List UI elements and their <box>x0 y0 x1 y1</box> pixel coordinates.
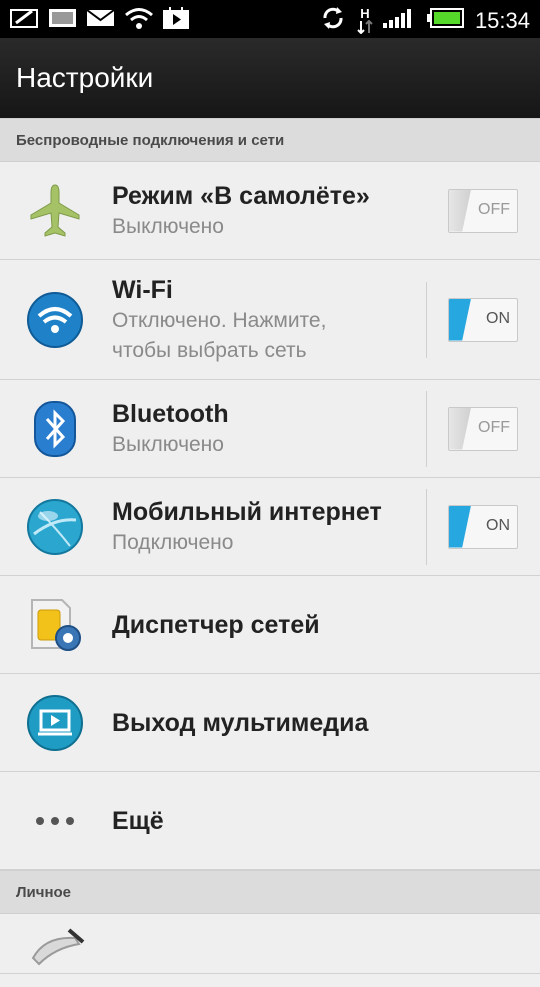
battery-icon <box>426 8 465 33</box>
section-header-personal: Личное <box>0 870 540 914</box>
system-icons: H 15:34 <box>319 4 530 37</box>
setting-more[interactable]: Ещё <box>0 772 540 870</box>
image-icon <box>48 7 78 34</box>
network-type-indicator: H <box>357 7 373 34</box>
globe-icon <box>14 478 96 575</box>
wifi-status-icon <box>124 6 154 35</box>
mobile-toggle[interactable]: ON <box>448 504 518 549</box>
more-title: Ещё <box>112 806 164 835</box>
sim-gear-icon <box>14 576 96 673</box>
play-store-icon <box>162 6 190 35</box>
toggle-label: ON <box>486 516 510 534</box>
airplane-icon <box>14 162 96 259</box>
setting-mobile-internet[interactable]: Мобильный интернет Подключено ON <box>0 478 540 576</box>
more-icon <box>14 772 96 869</box>
network-type-label: H <box>360 6 370 21</box>
toggle-knob <box>449 189 471 232</box>
media-title: Выход мультимедиа <box>112 708 369 737</box>
airplane-toggle[interactable]: OFF <box>448 188 518 233</box>
divider <box>426 390 427 467</box>
setting-airplane-mode[interactable]: Режим «В самолёте» Выключено OFF <box>0 162 540 260</box>
toggle-knob <box>449 505 471 548</box>
edit-note-icon <box>10 7 40 34</box>
brush-icon <box>14 914 96 987</box>
wifi-toggle[interactable]: ON <box>448 297 518 342</box>
toggle-label: OFF <box>478 200 510 218</box>
setting-media-output[interactable]: Выход мультимедиа <box>0 674 540 772</box>
toggle-label: OFF <box>478 418 510 436</box>
page-title: Настройки <box>16 62 154 93</box>
notification-icons <box>10 6 190 35</box>
setting-bluetooth[interactable]: Bluetooth Выключено OFF <box>0 380 540 478</box>
action-bar: Настройки <box>0 38 540 118</box>
media-output-icon <box>14 674 96 771</box>
netmgr-title: Диспетчер сетей <box>112 610 320 639</box>
bluetooth-toggle[interactable]: OFF <box>448 406 518 451</box>
sync-icon <box>319 4 347 37</box>
toggle-knob <box>449 298 471 341</box>
divider <box>426 488 427 565</box>
section-header-wireless: Беспроводные подключения и сети <box>0 118 540 162</box>
setting-network-manager[interactable]: Диспетчер сетей <box>0 576 540 674</box>
clock: 15:34 <box>474 7 530 33</box>
mail-icon <box>86 7 116 34</box>
divider <box>426 281 427 358</box>
toggle-knob <box>449 407 471 450</box>
wifi-icon <box>14 260 96 379</box>
setting-personalize-partial[interactable] <box>0 914 540 974</box>
setting-wifi[interactable]: Wi-Fi Отключено. Нажмите, чтобы выбрать … <box>0 260 540 380</box>
signal-icon <box>382 7 417 34</box>
toggle-label: ON <box>486 309 510 327</box>
bluetooth-icon <box>14 380 96 477</box>
status-bar: H 15:34 <box>0 0 540 38</box>
